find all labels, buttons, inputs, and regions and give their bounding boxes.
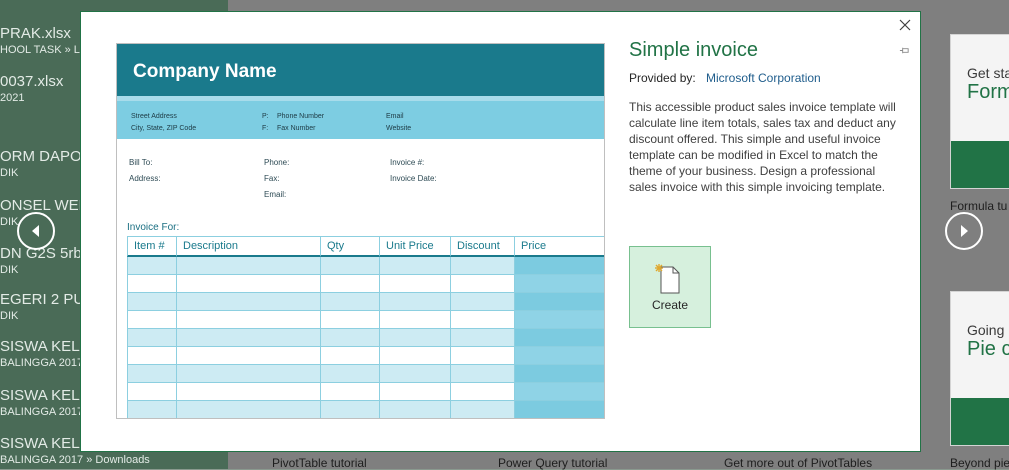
create-button[interactable]: Create xyxy=(629,246,711,328)
template-card-bar xyxy=(951,398,1009,445)
template-caption[interactable]: Power Query tutorial xyxy=(498,456,607,470)
template-preview-dialog: Company Name Street Address City, State,… xyxy=(80,11,921,452)
company-name: Company Name xyxy=(133,61,277,82)
table-row xyxy=(127,257,604,275)
phone-prefix: P: xyxy=(262,113,269,120)
template-caption[interactable]: PivotTable tutorial xyxy=(272,456,367,470)
column-header: Unit Price xyxy=(380,236,451,257)
template-details: Simple invoice Provided by: Microsoft Cor… xyxy=(629,39,909,195)
invoice-number-label: Invoice #: xyxy=(390,158,425,167)
city-state-zip: City, State, ZIP Code xyxy=(131,125,197,132)
bill-to-label: Bill To: xyxy=(129,158,153,167)
template-card[interactable]: Get sta Form xyxy=(950,34,1009,189)
template-card-title: Form xyxy=(967,81,1009,103)
table-header-row: Item # Description Qty Unit Price Discou… xyxy=(127,236,604,257)
provider-link[interactable]: Microsoft Corporation xyxy=(706,71,821,85)
close-icon xyxy=(899,19,911,31)
close-button[interactable] xyxy=(896,16,914,34)
table-row xyxy=(127,329,604,347)
template-caption[interactable]: Formula tu xyxy=(950,199,1007,213)
template-caption[interactable]: Beyond pie xyxy=(950,456,1009,470)
invoice-for-label: Invoice For: xyxy=(127,222,180,233)
template-preview-image: Company Name Street Address City, State,… xyxy=(116,43,605,419)
fax-number: Fax Number xyxy=(277,125,316,132)
email-label: Email: xyxy=(264,190,287,199)
invoice-table: Item # Description Qty Unit Price Discou… xyxy=(127,236,604,418)
provided-by-label: Provided by: xyxy=(629,71,696,85)
table-row xyxy=(127,383,604,401)
template-card-bar xyxy=(951,141,1009,188)
template-description: This accessible product sales invoice te… xyxy=(629,100,896,194)
recent-file-path: BALINGGA 2017 » Downloads xyxy=(0,454,150,466)
table-row xyxy=(127,293,604,311)
fax-prefix: F: xyxy=(262,125,269,132)
create-button-label: Create xyxy=(651,298,689,312)
table-row xyxy=(127,401,604,418)
invoice-date-label: Invoice Date: xyxy=(390,174,437,183)
template-card[interactable]: Going Pie c xyxy=(950,291,1009,446)
phone-label: Phone: xyxy=(264,158,290,167)
fax-label: Fax: xyxy=(264,174,280,183)
table-row xyxy=(127,347,604,365)
table-row xyxy=(127,365,604,383)
template-caption[interactable]: Get more out of PivotTables xyxy=(724,456,872,470)
email-text: Email xyxy=(386,113,404,120)
column-header: Description xyxy=(177,236,321,257)
column-header: Discount xyxy=(451,236,515,257)
phone-number: Phone Number xyxy=(277,113,325,120)
chevron-right-icon xyxy=(961,225,968,237)
street-address: Street Address xyxy=(131,113,177,120)
column-header: Item # xyxy=(127,236,177,257)
template-card-subtitle: Going xyxy=(967,322,1005,338)
previous-template-button[interactable] xyxy=(17,212,55,250)
website-text: Website xyxy=(386,125,412,132)
next-template-button[interactable] xyxy=(945,212,983,250)
column-header: Price xyxy=(515,236,604,257)
table-row xyxy=(127,275,604,293)
invoice-header: Company Name xyxy=(117,44,604,96)
table-row xyxy=(127,311,604,329)
template-card-title: Pie c xyxy=(967,338,1009,360)
new-file-icon xyxy=(655,264,680,294)
column-header: Qty xyxy=(321,236,380,257)
provided-by: Provided by: Microsoft Corporation xyxy=(629,71,909,85)
template-title: Simple invoice xyxy=(629,39,758,61)
invoice-contact-band: Street Address City, State, ZIP Code P: … xyxy=(117,101,604,139)
chevron-left-icon xyxy=(32,225,39,237)
template-card-subtitle: Get sta xyxy=(967,65,1009,81)
address-label: Address: xyxy=(129,174,161,183)
